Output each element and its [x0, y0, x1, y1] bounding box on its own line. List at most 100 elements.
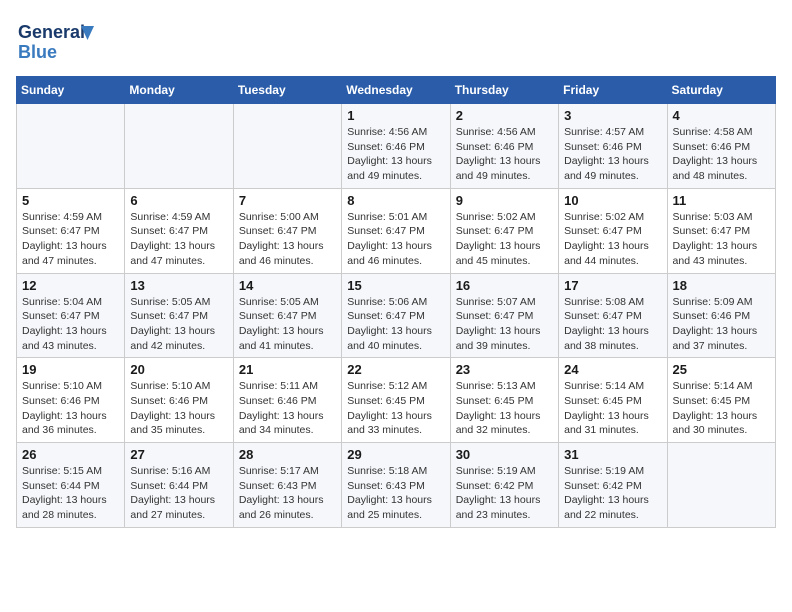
day-info: Sunrise: 4:57 AMSunset: 6:46 PMDaylight:…	[564, 125, 661, 184]
day-info: Sunrise: 5:19 AMSunset: 6:42 PMDaylight:…	[456, 464, 553, 523]
day-number: 28	[239, 447, 336, 462]
calendar-cell	[17, 104, 125, 189]
day-info: Sunrise: 5:02 AMSunset: 6:47 PMDaylight:…	[564, 210, 661, 269]
day-number: 30	[456, 447, 553, 462]
calendar-cell: 17Sunrise: 5:08 AMSunset: 6:47 PMDayligh…	[559, 273, 667, 358]
calendar-week-row: 26 Sunrise: 5:15 AMSunset: 6:44 PMDayligh…	[17, 443, 776, 528]
day-number: 8	[347, 193, 444, 208]
weekday-header-row: SundayMondayTuesdayWednesdayThursdayFrid…	[17, 77, 776, 104]
calendar-week-row: 12 Sunrise: 5:04 AMSunset: 6:47 PMDayligh…	[17, 273, 776, 358]
day-info: Sunrise: 5:14 AMSunset: 6:45 PMDaylight:…	[564, 379, 661, 438]
day-number: 20	[130, 362, 227, 377]
day-info: Sunrise: 5:05 AMSunset: 6:47 PMDaylight:…	[239, 295, 336, 354]
day-number: 31	[564, 447, 661, 462]
day-info: Sunrise: 5:17 AMSunset: 6:43 PMDaylight:…	[239, 464, 336, 523]
day-info: Sunrise: 5:06 AMSunset: 6:47 PMDaylight:…	[347, 295, 444, 354]
day-info: Sunrise: 5:10 AMSunset: 6:46 PMDaylight:…	[22, 379, 119, 438]
day-info: Sunrise: 5:00 AMSunset: 6:47 PMDaylight:…	[239, 210, 336, 269]
weekday-header-saturday: Saturday	[667, 77, 775, 104]
svg-text:Blue: Blue	[18, 42, 57, 62]
day-number: 23	[456, 362, 553, 377]
day-info: Sunrise: 4:58 AMSunset: 6:46 PMDaylight:…	[673, 125, 770, 184]
calendar-cell: 2Sunrise: 4:56 AMSunset: 6:46 PMDaylight…	[450, 104, 558, 189]
calendar-cell: 12 Sunrise: 5:04 AMSunset: 6:47 PMDayligh…	[17, 273, 125, 358]
day-number: 4	[673, 108, 770, 123]
calendar-week-row: 19 Sunrise: 5:10 AMSunset: 6:46 PMDayligh…	[17, 358, 776, 443]
calendar-week-row: 1 Sunrise: 4:56 AMSunset: 6:46 PMDaylight…	[17, 104, 776, 189]
day-info: Sunrise: 5:13 AMSunset: 6:45 PMDaylight:…	[456, 379, 553, 438]
day-number: 3	[564, 108, 661, 123]
day-info: Sunrise: 5:18 AMSunset: 6:43 PMDaylight:…	[347, 464, 444, 523]
calendar-cell: 20 Sunrise: 5:10 AMSunset: 6:46 PMDayligh…	[125, 358, 233, 443]
calendar-week-row: 5 Sunrise: 4:59 AMSunset: 6:47 PMDaylight…	[17, 188, 776, 273]
calendar-cell: 5Sunrise: 4:59 AMSunset: 6:47 PMDaylight…	[17, 188, 125, 273]
calendar-cell: 10 Sunrise: 5:02 AMSunset: 6:47 PMDayligh…	[559, 188, 667, 273]
day-info: Sunrise: 5:02 AMSunset: 6:47 PMDaylight:…	[456, 210, 553, 269]
day-info: Sunrise: 5:09 AMSunset: 6:46 PMDaylight:…	[673, 295, 770, 354]
day-number: 26	[22, 447, 119, 462]
calendar-cell: 9 Sunrise: 5:02 AMSunset: 6:47 PMDaylight…	[450, 188, 558, 273]
day-number: 11	[673, 193, 770, 208]
svg-text:General: General	[18, 22, 85, 42]
day-number: 25	[673, 362, 770, 377]
day-number: 10	[564, 193, 661, 208]
calendar-cell: 13 Sunrise: 5:05 AMSunset: 6:47 PMDayligh…	[125, 273, 233, 358]
calendar-cell: 27Sunrise: 5:16 AMSunset: 6:44 PMDayligh…	[125, 443, 233, 528]
day-number: 9	[456, 193, 553, 208]
calendar-cell: 3 Sunrise: 4:57 AMSunset: 6:46 PMDaylight…	[559, 104, 667, 189]
calendar-cell: 8 Sunrise: 5:01 AMSunset: 6:47 PMDaylight…	[342, 188, 450, 273]
calendar-cell: 6 Sunrise: 4:59 AMSunset: 6:47 PMDaylight…	[125, 188, 233, 273]
weekday-header-wednesday: Wednesday	[342, 77, 450, 104]
weekday-header-tuesday: Tuesday	[233, 77, 341, 104]
logo-svg: GeneralBlue	[16, 16, 96, 66]
day-number: 5	[22, 193, 119, 208]
day-info: Sunrise: 5:14 AMSunset: 6:45 PMDaylight:…	[673, 379, 770, 438]
calendar-cell: 31 Sunrise: 5:19 AMSunset: 6:42 PMDayligh…	[559, 443, 667, 528]
day-info: Sunrise: 5:15 AMSunset: 6:44 PMDaylight:…	[22, 464, 119, 523]
day-info: Sunrise: 5:19 AMSunset: 6:42 PMDaylight:…	[564, 464, 661, 523]
weekday-header-sunday: Sunday	[17, 77, 125, 104]
calendar-cell: 23 Sunrise: 5:13 AMSunset: 6:45 PMDayligh…	[450, 358, 558, 443]
calendar-cell: 19 Sunrise: 5:10 AMSunset: 6:46 PMDayligh…	[17, 358, 125, 443]
day-number: 7	[239, 193, 336, 208]
calendar-cell: 16 Sunrise: 5:07 AMSunset: 6:47 PMDayligh…	[450, 273, 558, 358]
day-info: Sunrise: 5:16 AMSunset: 6:44 PMDaylight:…	[130, 464, 227, 523]
calendar-cell: 26 Sunrise: 5:15 AMSunset: 6:44 PMDayligh…	[17, 443, 125, 528]
calendar-cell: 22Sunrise: 5:12 AMSunset: 6:45 PMDayligh…	[342, 358, 450, 443]
day-number: 13	[130, 278, 227, 293]
header: GeneralBlue	[16, 16, 776, 66]
calendar-cell: 25 Sunrise: 5:14 AMSunset: 6:45 PMDayligh…	[667, 358, 775, 443]
calendar-cell: 1 Sunrise: 4:56 AMSunset: 6:46 PMDaylight…	[342, 104, 450, 189]
day-number: 16	[456, 278, 553, 293]
day-number: 12	[22, 278, 119, 293]
calendar-cell: 4 Sunrise: 4:58 AMSunset: 6:46 PMDaylight…	[667, 104, 775, 189]
calendar-cell: 11 Sunrise: 5:03 AMSunset: 6:47 PMDayligh…	[667, 188, 775, 273]
day-info: Sunrise: 5:04 AMSunset: 6:47 PMDaylight:…	[22, 295, 119, 354]
day-info: Sunrise: 4:56 AMSunset: 6:46 PMDaylight:…	[347, 125, 444, 184]
day-info: Sunrise: 5:03 AMSunset: 6:47 PMDaylight:…	[673, 210, 770, 269]
weekday-header-monday: Monday	[125, 77, 233, 104]
day-number: 6	[130, 193, 227, 208]
calendar-cell: 18 Sunrise: 5:09 AMSunset: 6:46 PMDayligh…	[667, 273, 775, 358]
calendar-cell: 28 Sunrise: 5:17 AMSunset: 6:43 PMDayligh…	[233, 443, 341, 528]
day-number: 24	[564, 362, 661, 377]
calendar-table: SundayMondayTuesdayWednesdayThursdayFrid…	[16, 76, 776, 528]
day-number: 22	[347, 362, 444, 377]
weekday-header-thursday: Thursday	[450, 77, 558, 104]
day-info: Sunrise: 5:01 AMSunset: 6:47 PMDaylight:…	[347, 210, 444, 269]
calendar-cell: 24 Sunrise: 5:14 AMSunset: 6:45 PMDayligh…	[559, 358, 667, 443]
calendar-cell: 7 Sunrise: 5:00 AMSunset: 6:47 PMDaylight…	[233, 188, 341, 273]
day-number: 2	[456, 108, 553, 123]
day-number: 21	[239, 362, 336, 377]
day-info: Sunrise: 5:07 AMSunset: 6:47 PMDaylight:…	[456, 295, 553, 354]
day-number: 1	[347, 108, 444, 123]
day-info: Sunrise: 4:59 AMSunset: 6:47 PMDaylight:…	[130, 210, 227, 269]
day-number: 14	[239, 278, 336, 293]
day-info: Sunrise: 5:08 AMSunset: 6:47 PMDaylight:…	[564, 295, 661, 354]
day-number: 19	[22, 362, 119, 377]
day-info: Sunrise: 5:10 AMSunset: 6:46 PMDaylight:…	[130, 379, 227, 438]
calendar-cell: 21Sunrise: 5:11 AMSunset: 6:46 PMDayligh…	[233, 358, 341, 443]
calendar-cell: 15Sunrise: 5:06 AMSunset: 6:47 PMDayligh…	[342, 273, 450, 358]
day-info: Sunrise: 5:05 AMSunset: 6:47 PMDaylight:…	[130, 295, 227, 354]
day-number: 18	[673, 278, 770, 293]
